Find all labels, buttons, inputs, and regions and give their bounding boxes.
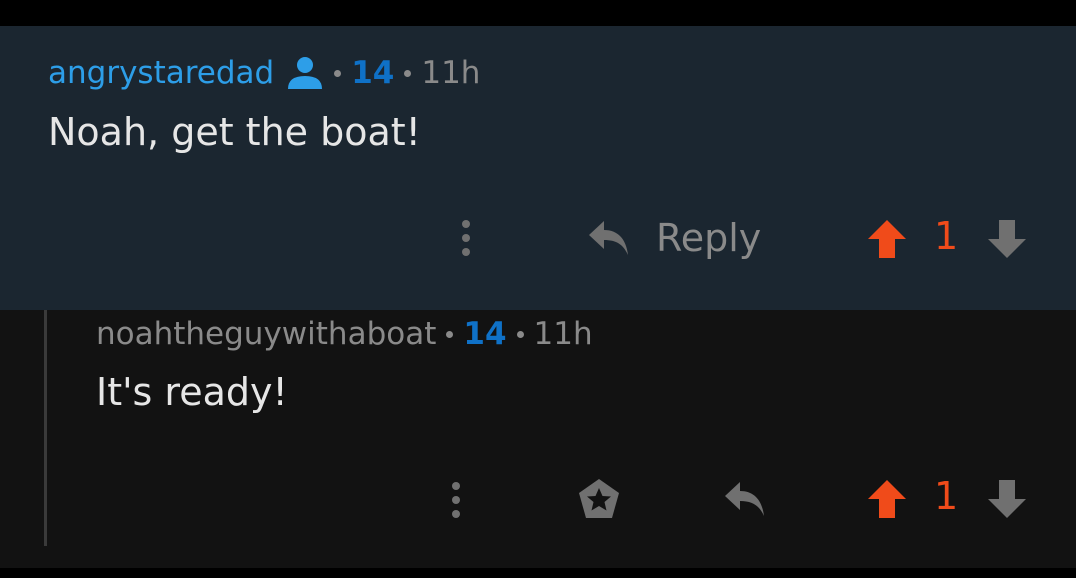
vote-count: 1 bbox=[934, 474, 959, 518]
comment-age: 11h bbox=[533, 316, 593, 352]
reply-button[interactable]: Reply bbox=[586, 212, 761, 264]
comment-score: 14 bbox=[351, 55, 395, 91]
vote-count: 1 bbox=[934, 214, 959, 258]
comment-meta: angrystaredad 14 11h bbox=[48, 54, 480, 92]
more-options-button[interactable] bbox=[440, 476, 472, 524]
award-button[interactable] bbox=[574, 474, 624, 524]
reply-label: Reply bbox=[656, 216, 762, 260]
comment-age: 11h bbox=[421, 55, 481, 91]
upvote-arrow-icon bbox=[866, 218, 908, 260]
downvote-button[interactable] bbox=[984, 476, 1030, 522]
downvote-arrow-icon bbox=[986, 218, 1028, 260]
more-vertical-icon bbox=[460, 218, 472, 258]
downvote-arrow-icon bbox=[986, 478, 1028, 520]
comment-body: It's ready! bbox=[96, 370, 288, 414]
top-bar bbox=[0, 0, 1076, 26]
upvote-button[interactable] bbox=[864, 476, 910, 522]
separator-dot bbox=[334, 69, 342, 77]
more-options-button[interactable] bbox=[450, 214, 482, 262]
more-vertical-icon bbox=[450, 480, 462, 520]
reply-button[interactable] bbox=[720, 476, 770, 522]
bottom-bar bbox=[0, 568, 1076, 578]
separator-dot bbox=[516, 330, 524, 338]
award-icon bbox=[576, 476, 622, 522]
thread-line[interactable] bbox=[44, 310, 47, 546]
upvote-arrow-icon bbox=[866, 478, 908, 520]
comment-reply: noahtheguywithaboat 14 11h It's ready! 1 bbox=[0, 310, 1076, 568]
separator-dot bbox=[446, 330, 454, 338]
separator-dot bbox=[404, 69, 412, 77]
comment-body: Noah, get the boat! bbox=[48, 110, 421, 154]
comment-meta: noahtheguywithaboat 14 11h bbox=[96, 316, 593, 352]
user-icon bbox=[286, 54, 324, 92]
reply-icon bbox=[586, 217, 632, 259]
downvote-button[interactable] bbox=[984, 216, 1030, 262]
comment-author[interactable]: angrystaredad bbox=[48, 55, 274, 91]
comment-score: 14 bbox=[463, 316, 507, 352]
reply-icon bbox=[722, 478, 768, 520]
upvote-button[interactable] bbox=[864, 216, 910, 262]
comment-highlighted: angrystaredad 14 11h Noah, get the boat! bbox=[0, 26, 1076, 310]
comment-author[interactable]: noahtheguywithaboat bbox=[96, 316, 436, 352]
